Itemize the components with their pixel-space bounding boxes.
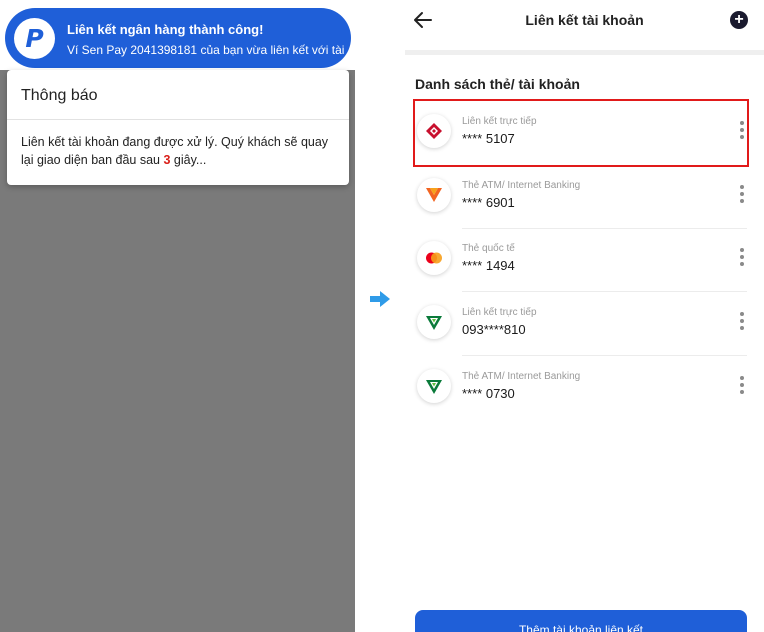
more-options-icon[interactable] — [739, 312, 745, 332]
account-number: **** 1494 — [462, 258, 515, 273]
section-title: Danh sách thẻ/ tài khoản — [415, 76, 580, 92]
add-icon[interactable]: + — [730, 11, 748, 29]
senpay-logo-icon: P — [14, 18, 55, 59]
vp-bank-icon — [417, 178, 451, 212]
account-row[interactable]: Thẻ ATM/ Internet Banking **** 0730 — [415, 356, 747, 420]
arrow-right-icon — [370, 291, 390, 307]
logo-letter: P — [25, 24, 44, 53]
more-options-icon[interactable] — [739, 248, 745, 268]
dialog-body-suffix: giây... — [170, 153, 207, 167]
account-type: Thẻ ATM/ Internet Banking — [462, 180, 581, 191]
header-separator — [405, 50, 764, 55]
notification-screen: P Liên kết ngân hàng thành công! Ví Sen … — [0, 0, 355, 632]
account-row[interactable]: Liên kết trực tiếp **** 5107 — [413, 99, 749, 167]
account-number: **** 0730 — [462, 386, 515, 401]
dialog-title: Thông báo — [21, 87, 98, 104]
account-row[interactable]: Thẻ quốc tế **** 1494 — [415, 228, 747, 292]
app-header: Liên kết tài khoản + — [405, 0, 764, 50]
notice-dialog: Thông báo Liên kết tài khoản đang được x… — [7, 70, 349, 185]
account-type: Liên kết trực tiếp — [462, 307, 537, 318]
page-title: Liên kết tài khoản — [525, 12, 644, 28]
account-row[interactable]: Liên kết trực tiếp 093****810 — [415, 292, 747, 356]
notification-title: Liên kết ngân hàng thành công! — [67, 22, 264, 37]
screenshot-canvas: P Liên kết ngân hàng thành công! Ví Sen … — [0, 0, 764, 632]
vcb-bank-icon — [417, 369, 451, 403]
vcb-bank-icon — [417, 305, 451, 339]
account-type: Liên kết trực tiếp — [462, 116, 537, 127]
linked-accounts-screen: Liên kết tài khoản + Danh sách thẻ/ tài … — [405, 0, 764, 632]
account-number: **** 6901 — [462, 195, 515, 210]
diamond-bank-icon — [417, 114, 451, 148]
account-number: **** 5107 — [462, 131, 515, 146]
dialog-body: Liên kết tài khoản đang được xử lý. Quý … — [21, 133, 341, 169]
mastercard-icon — [417, 241, 451, 275]
more-options-icon[interactable] — [739, 121, 745, 141]
add-linked-account-button[interactable]: Thêm tài khoản liên kết — [415, 610, 747, 632]
dialog-divider — [7, 119, 349, 120]
notification-message: Ví Sen Pay 2041398181 của bạn vừa liên k… — [67, 43, 345, 57]
push-notification[interactable]: P Liên kết ngân hàng thành công! Ví Sen … — [5, 8, 351, 68]
account-number: 093****810 — [462, 322, 526, 337]
account-type: Thẻ quốc tế — [462, 243, 515, 254]
more-options-icon[interactable] — [739, 376, 745, 396]
more-options-icon[interactable] — [739, 185, 745, 205]
account-row[interactable]: Thẻ ATM/ Internet Banking **** 6901 — [415, 165, 747, 229]
account-type: Thẻ ATM/ Internet Banking — [462, 371, 581, 382]
